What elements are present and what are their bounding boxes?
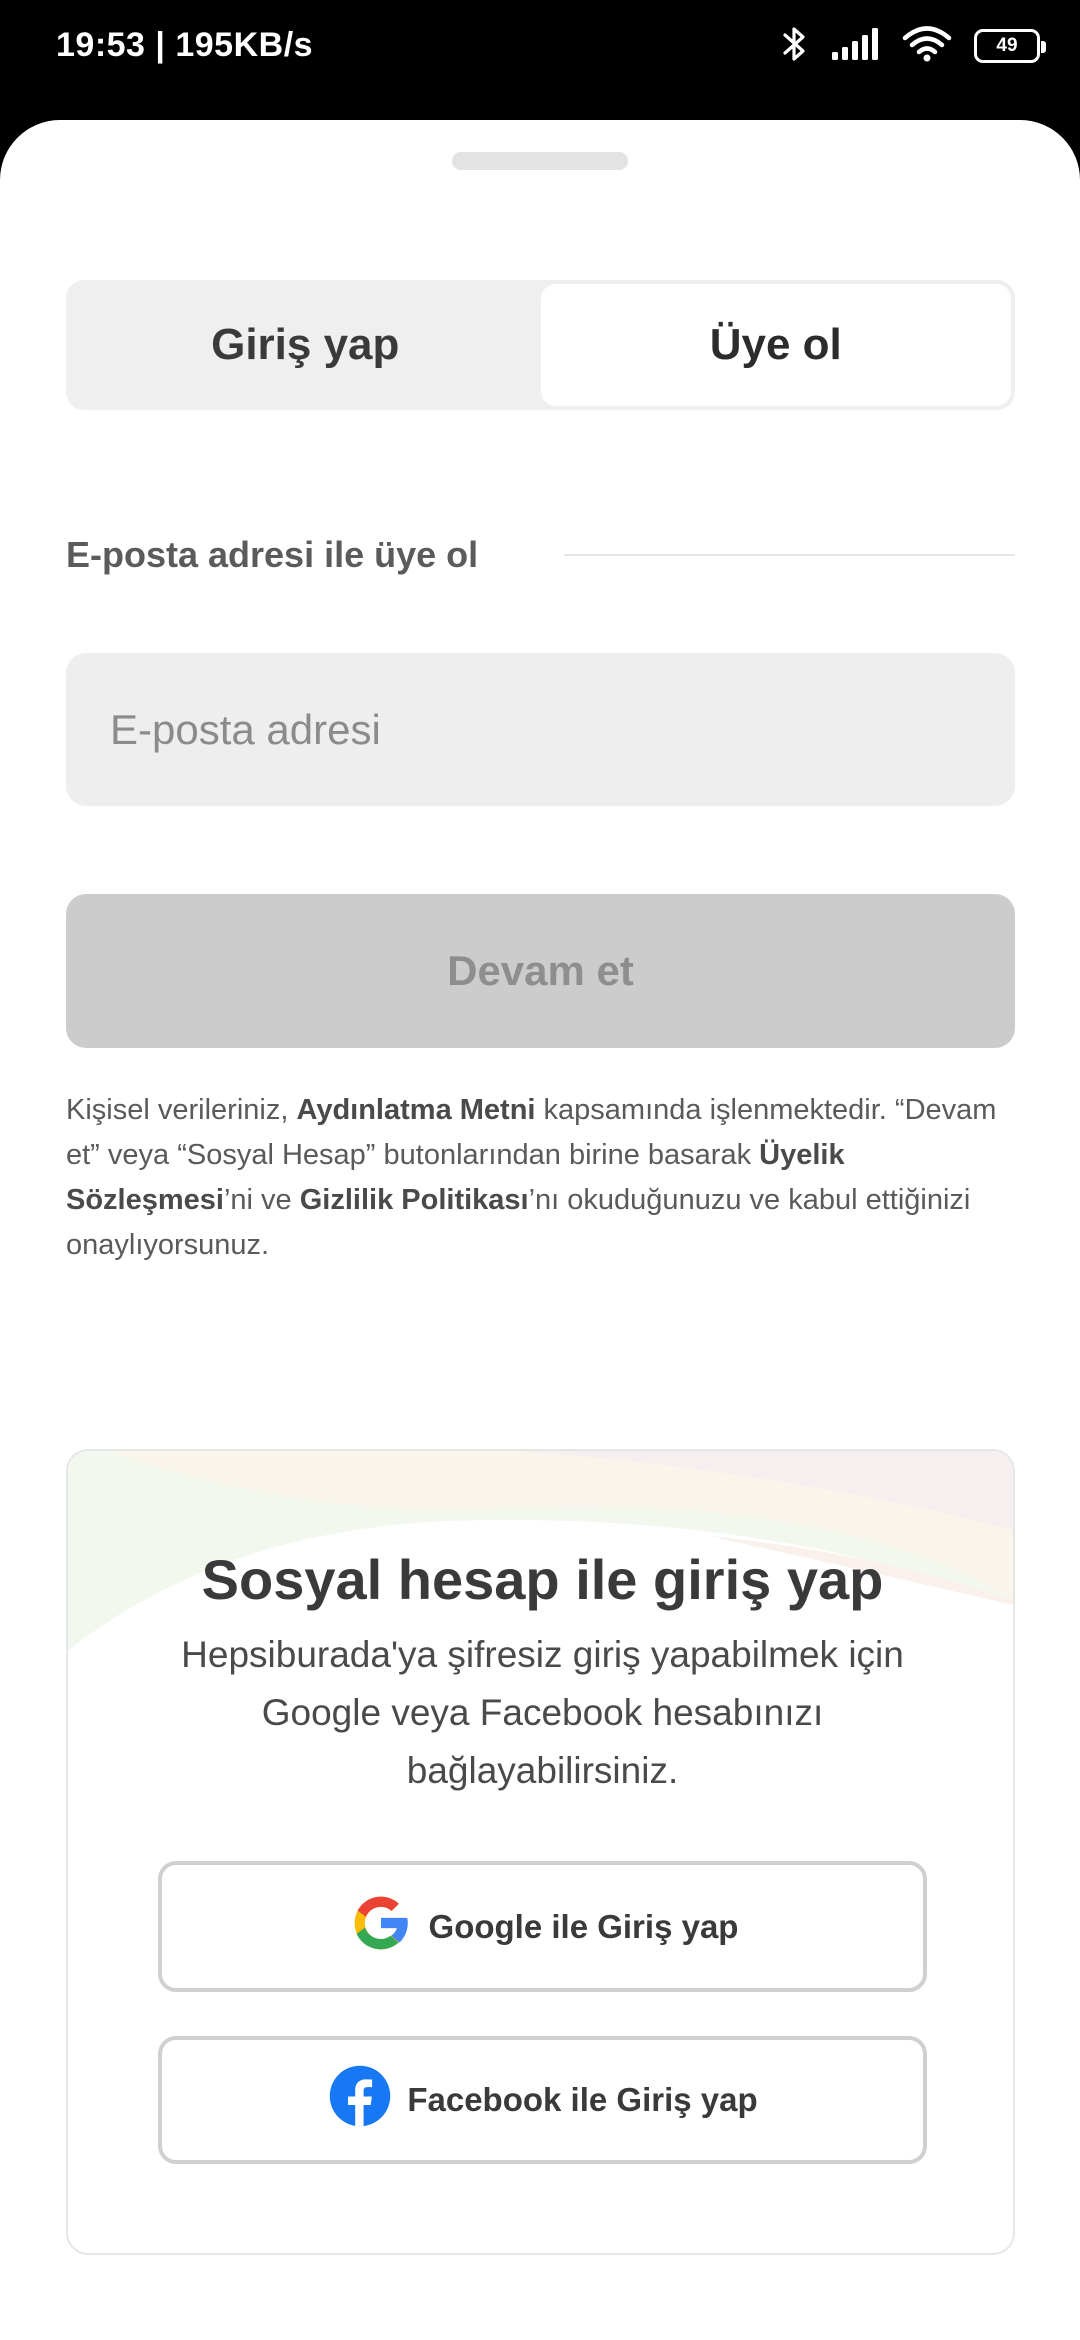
google-login-label: Google ile Giriş yap [428,1907,739,1945]
section-title: E-posta adresi ile üye ol [66,534,479,575]
legal-text-1: Kişisel verileriniz, [66,1094,297,1126]
facebook-login-button[interactable]: Facebook ile Giriş yap [158,2036,927,2164]
continue-button[interactable]: Devam et [66,894,1015,1048]
social-login-description: Hepsiburada'ya şifresiz giriş yapabilmek… [181,1634,904,1791]
social-login-card: Sosyal hesap ile giriş yap Hepsiburada'y… [66,1449,1015,2255]
sheet-drag-handle[interactable] [452,152,628,170]
signal-icon [830,26,880,67]
status-time: 19:53 | 195KB/s [56,26,314,64]
legal-notice: Kişisel verileriniz, Aydınlatma Metni ka… [66,1088,1026,1268]
divider [564,554,1015,556]
privacy-policy-link[interactable]: Gizlilik Politikası [300,1184,529,1216]
tab-login[interactable]: Giriş yap [70,284,541,406]
bluetooth-icon [782,24,808,69]
auth-tabs: Giriş yap Üye ol [66,280,1015,410]
signup-sheet: Giriş yap Üye ol E-posta adresi ile üye … [0,120,1080,2340]
google-icon [347,1889,415,1965]
legal-text-3: ’ni ve [223,1184,300,1216]
email-field[interactable] [66,653,1015,806]
privacy-notice-link[interactable]: Aydınlatma Metni [296,1094,535,1126]
google-login-button[interactable]: Google ile Giriş yap [158,1861,927,1992]
facebook-icon [327,2063,393,2137]
social-login-title: Sosyal hesap ile giriş yap [201,1548,884,1611]
email-signup-heading: E-posta adresi ile üye ol [66,520,1015,590]
status-icons: 49 [782,24,1046,69]
tab-signup[interactable]: Üye ol [540,284,1011,406]
status-bar: 19:53 | 195KB/s 49 [0,0,1080,120]
battery-icon: 49 [974,29,1046,63]
facebook-login-label: Facebook ile Giriş yap [407,2081,758,2118]
wifi-icon [902,25,952,68]
battery-level: 49 [996,35,1018,56]
